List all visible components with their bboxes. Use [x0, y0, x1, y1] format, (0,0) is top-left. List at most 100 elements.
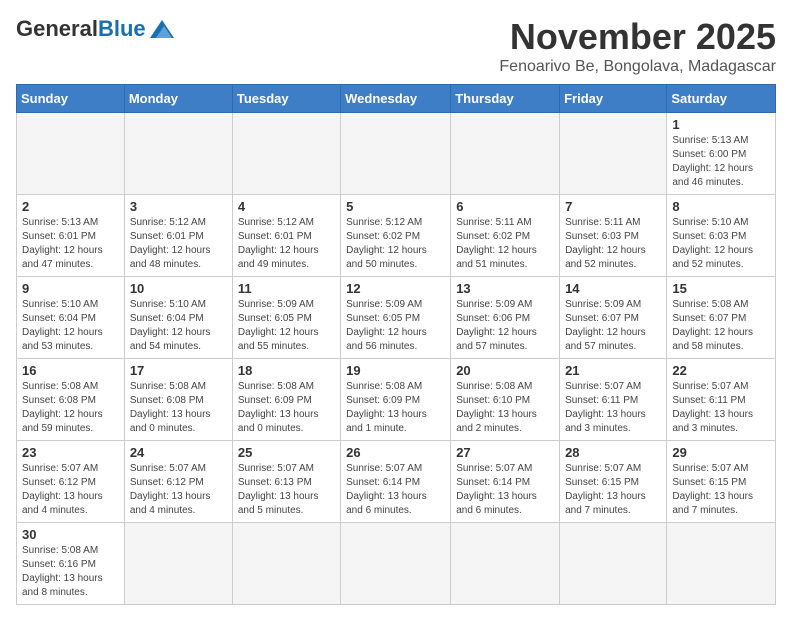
day-info: Sunrise: 5:09 AM Sunset: 6:05 PM Dayligh… [346, 298, 445, 354]
day-info: Sunrise: 5:07 AM Sunset: 6:14 PM Dayligh… [346, 462, 445, 518]
calendar-cell [451, 523, 560, 605]
day-info: Sunrise: 5:12 AM Sunset: 6:02 PM Dayligh… [346, 216, 445, 272]
calendar-cell: 6 Sunrise: 5:11 AM Sunset: 6:02 PM Daylig… [451, 195, 560, 277]
calendar-cell [124, 113, 232, 195]
calendar-cell: 25 Sunrise: 5:07 AM Sunset: 6:13 PM Dayli… [232, 441, 340, 523]
day-info: Sunrise: 5:09 AM Sunset: 6:07 PM Dayligh… [565, 298, 661, 354]
day-info: Sunrise: 5:10 AM Sunset: 6:04 PM Dayligh… [130, 298, 227, 354]
calendar-cell: 18 Sunrise: 5:08 AM Sunset: 6:09 PM Dayli… [232, 359, 340, 441]
day-number: 23 [22, 445, 119, 460]
day-number: 26 [346, 445, 445, 460]
calendar-cell: 15 Sunrise: 5:08 AM Sunset: 6:07 PM Dayli… [667, 277, 776, 359]
day-header-monday: Monday [124, 85, 232, 113]
logo-general-text: General [16, 16, 98, 42]
calendar-cell: 14 Sunrise: 5:09 AM Sunset: 6:07 PM Dayli… [560, 277, 667, 359]
day-number: 20 [456, 363, 554, 378]
day-number: 16 [22, 363, 119, 378]
day-info: Sunrise: 5:07 AM Sunset: 6:15 PM Dayligh… [565, 462, 661, 518]
calendar-cell: 19 Sunrise: 5:08 AM Sunset: 6:09 PM Dayli… [341, 359, 451, 441]
day-number: 5 [346, 199, 445, 214]
calendar-cell: 26 Sunrise: 5:07 AM Sunset: 6:14 PM Dayli… [341, 441, 451, 523]
day-number: 25 [238, 445, 335, 460]
calendar-cell: 22 Sunrise: 5:07 AM Sunset: 6:11 PM Dayli… [667, 359, 776, 441]
calendar-cell: 7Sunrise: 5:11 AM Sunset: 6:03 PM Daylig… [560, 195, 667, 277]
calendar-cell: 24Sunrise: 5:07 AM Sunset: 6:12 PM Dayli… [124, 441, 232, 523]
day-info: Sunrise: 5:08 AM Sunset: 6:08 PM Dayligh… [130, 380, 227, 436]
day-number: 9 [22, 281, 119, 296]
day-number: 19 [346, 363, 445, 378]
day-number: 14 [565, 281, 661, 296]
day-info: Sunrise: 5:07 AM Sunset: 6:11 PM Dayligh… [565, 380, 661, 436]
calendar-cell [17, 113, 125, 195]
logo-icon [146, 18, 178, 40]
day-info: Sunrise: 5:07 AM Sunset: 6:11 PM Dayligh… [672, 380, 770, 436]
day-number: 3 [130, 199, 227, 214]
calendar-cell: 21 Sunrise: 5:07 AM Sunset: 6:11 PM Dayli… [560, 359, 667, 441]
calendar-cell [124, 523, 232, 605]
day-info: Sunrise: 5:08 AM Sunset: 6:09 PM Dayligh… [346, 380, 445, 436]
day-number: 11 [238, 281, 335, 296]
day-number: 15 [672, 281, 770, 296]
day-header-wednesday: Wednesday [341, 85, 451, 113]
calendar-cell: 12 Sunrise: 5:09 AM Sunset: 6:05 PM Dayli… [341, 277, 451, 359]
day-number: 22 [672, 363, 770, 378]
calendar-cell [560, 523, 667, 605]
calendar-cell: 23 Sunrise: 5:07 AM Sunset: 6:12 PM Dayli… [17, 441, 125, 523]
calendar-cell [667, 523, 776, 605]
day-info: Sunrise: 5:09 AM Sunset: 6:05 PM Dayligh… [238, 298, 335, 354]
day-number: 4 [238, 199, 335, 214]
day-info: Sunrise: 5:11 AM Sunset: 6:02 PM Dayligh… [456, 216, 554, 272]
calendar-cell: 8 Sunrise: 5:10 AM Sunset: 6:03 PM Daylig… [667, 195, 776, 277]
day-info: Sunrise: 5:12 AM Sunset: 6:01 PM Dayligh… [238, 216, 335, 272]
day-number: 28 [565, 445, 661, 460]
day-number: 21 [565, 363, 661, 378]
day-number: 18 [238, 363, 335, 378]
calendar-cell: 3 Sunrise: 5:12 AM Sunset: 6:01 PM Daylig… [124, 195, 232, 277]
day-number: 7 [565, 199, 661, 214]
day-info: Sunrise: 5:08 AM Sunset: 6:07 PM Dayligh… [672, 298, 770, 354]
day-info: Sunrise: 5:07 AM Sunset: 6:12 PM Dayligh… [130, 462, 227, 518]
day-number: 8 [672, 199, 770, 214]
day-info: Sunrise: 5:12 AM Sunset: 6:01 PM Dayligh… [130, 216, 227, 272]
day-header-tuesday: Tuesday [232, 85, 340, 113]
calendar-cell: 4 Sunrise: 5:12 AM Sunset: 6:01 PM Daylig… [232, 195, 340, 277]
day-number: 1 [672, 117, 770, 132]
day-number: 27 [456, 445, 554, 460]
calendar-cell: 17Sunrise: 5:08 AM Sunset: 6:08 PM Dayli… [124, 359, 232, 441]
day-info: Sunrise: 5:08 AM Sunset: 6:16 PM Dayligh… [22, 544, 119, 600]
day-number: 2 [22, 199, 119, 214]
day-number: 12 [346, 281, 445, 296]
calendar-cell: 30 Sunrise: 5:08 AM Sunset: 6:16 PM Dayli… [17, 523, 125, 605]
day-info: Sunrise: 5:08 AM Sunset: 6:08 PM Dayligh… [22, 380, 119, 436]
calendar-cell [232, 523, 340, 605]
logo: General Blue [16, 16, 178, 42]
calendar-header-row: SundayMondayTuesdayWednesdayThursdayFrid… [17, 85, 776, 113]
day-header-sunday: Sunday [17, 85, 125, 113]
day-header-friday: Friday [560, 85, 667, 113]
day-number: 30 [22, 527, 119, 542]
day-number: 6 [456, 199, 554, 214]
day-info: Sunrise: 5:07 AM Sunset: 6:13 PM Dayligh… [238, 462, 335, 518]
week-row-6: 30 Sunrise: 5:08 AM Sunset: 6:16 PM Dayli… [17, 523, 776, 605]
calendar-cell: 28 Sunrise: 5:07 AM Sunset: 6:15 PM Dayli… [560, 441, 667, 523]
week-row-4: 16 Sunrise: 5:08 AM Sunset: 6:08 PM Dayli… [17, 359, 776, 441]
page-header: General Blue November 2025 Fenoarivo Be,… [16, 16, 776, 76]
week-row-1: 1 Sunrise: 5:13 AM Sunset: 6:00 PM Daylig… [17, 113, 776, 195]
day-info: Sunrise: 5:10 AM Sunset: 6:03 PM Dayligh… [672, 216, 770, 272]
day-info: Sunrise: 5:13 AM Sunset: 6:00 PM Dayligh… [672, 134, 770, 190]
calendar-cell: 16 Sunrise: 5:08 AM Sunset: 6:08 PM Dayli… [17, 359, 125, 441]
day-info: Sunrise: 5:08 AM Sunset: 6:09 PM Dayligh… [238, 380, 335, 436]
calendar-cell: 20Sunrise: 5:08 AM Sunset: 6:10 PM Dayli… [451, 359, 560, 441]
day-header-thursday: Thursday [451, 85, 560, 113]
calendar-cell: 10Sunrise: 5:10 AM Sunset: 6:04 PM Dayli… [124, 277, 232, 359]
calendar-cell [560, 113, 667, 195]
calendar-cell: 29Sunrise: 5:07 AM Sunset: 6:15 PM Dayli… [667, 441, 776, 523]
day-header-saturday: Saturday [667, 85, 776, 113]
calendar-cell: 11 Sunrise: 5:09 AM Sunset: 6:05 PM Dayli… [232, 277, 340, 359]
day-info: Sunrise: 5:13 AM Sunset: 6:01 PM Dayligh… [22, 216, 119, 272]
calendar-cell: 27Sunrise: 5:07 AM Sunset: 6:14 PM Dayli… [451, 441, 560, 523]
day-info: Sunrise: 5:10 AM Sunset: 6:04 PM Dayligh… [22, 298, 119, 354]
day-info: Sunrise: 5:07 AM Sunset: 6:12 PM Dayligh… [22, 462, 119, 518]
day-info: Sunrise: 5:09 AM Sunset: 6:06 PM Dayligh… [456, 298, 554, 354]
calendar-cell: 2 Sunrise: 5:13 AM Sunset: 6:01 PM Daylig… [17, 195, 125, 277]
